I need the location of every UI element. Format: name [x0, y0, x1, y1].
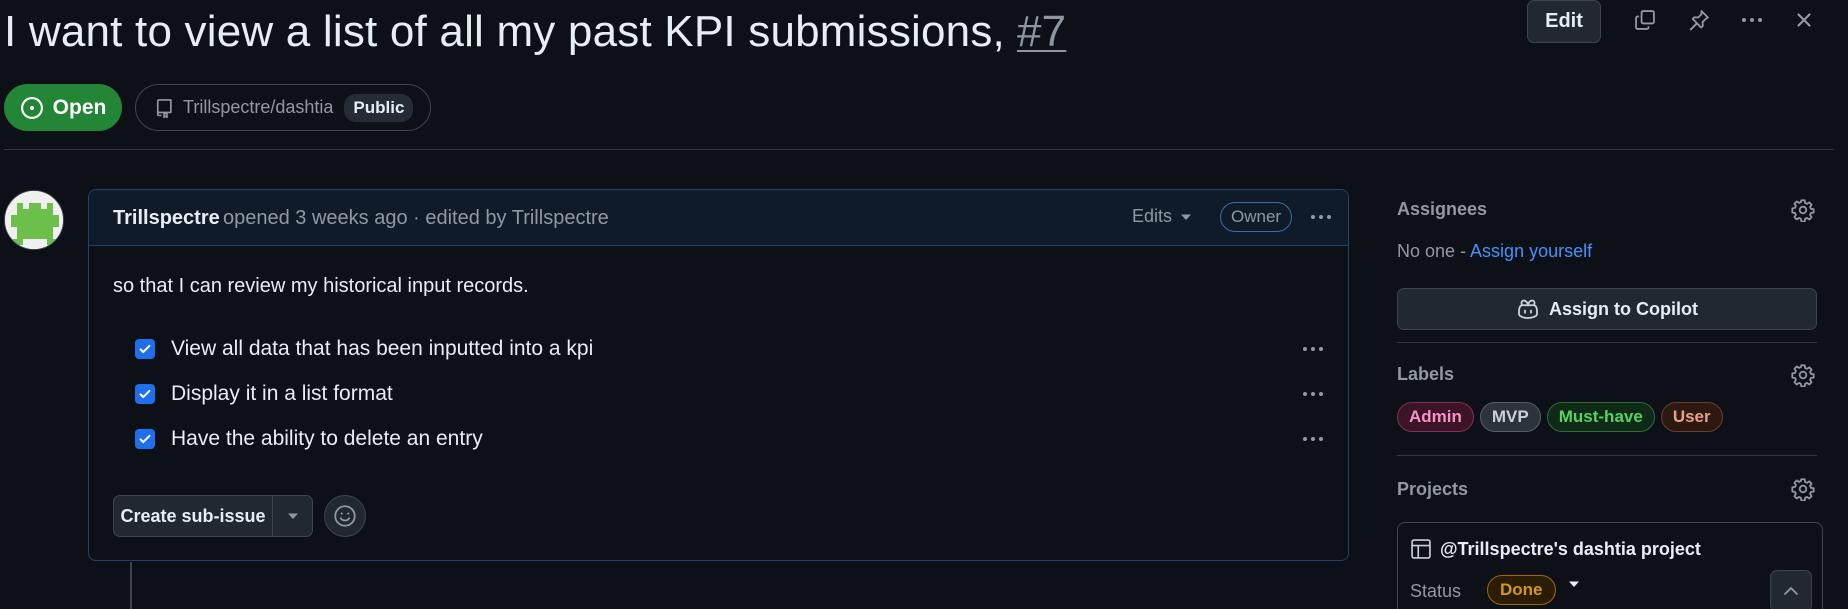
task-label: View all data that has been inputted int…: [171, 337, 594, 360]
add-reaction-button[interactable]: [324, 495, 366, 537]
project-status-badge[interactable]: Done: [1487, 575, 1556, 605]
header-divider: [4, 149, 1834, 150]
task-more-icon[interactable]: [1303, 392, 1323, 396]
table-icon: [1411, 539, 1431, 559]
assignees-heading: Assignees: [1397, 199, 1488, 219]
issue-number-link[interactable]: #7: [1017, 7, 1066, 56]
issue-state-label: Open: [52, 95, 107, 119]
labels-gear-icon[interactable]: [1791, 363, 1815, 388]
repo-name[interactable]: Trillspectre/dashtia: [183, 97, 333, 118]
subissue-dropdown-button[interactable]: [273, 496, 312, 536]
task-item: View all data that has been inputted int…: [135, 334, 593, 364]
label-must-have[interactable]: Must-have: [1546, 402, 1655, 432]
sidebar-divider: [1397, 455, 1817, 456]
no-one-text: No one -: [1397, 241, 1471, 261]
timeline-line: [130, 562, 132, 609]
task-item: Display it in a list format: [135, 379, 393, 409]
assign-yourself-link[interactable]: Assign yourself: [1470, 241, 1592, 261]
copilot-icon: [1518, 299, 1538, 319]
create-subissue-group: Create sub-issue: [113, 495, 313, 537]
project-card: @Trillspectre's dashtia project Status D…: [1397, 522, 1823, 609]
chevron-up-icon: [1784, 587, 1798, 595]
task-more-icon[interactable]: [1303, 437, 1323, 441]
avatar[interactable]: [4, 190, 64, 250]
caret-down-icon: [1181, 214, 1192, 220]
collapse-project-button[interactable]: [1770, 570, 1812, 609]
owner-badge: Owner: [1220, 202, 1293, 232]
issue-state-badge: Open: [4, 84, 122, 131]
sidebar-divider: [1397, 342, 1817, 343]
repo-icon: [156, 98, 172, 118]
edits-label: Edits: [1132, 206, 1173, 226]
assign-copilot-button[interactable]: Assign to Copilot: [1397, 288, 1817, 330]
comment-header: Trillspectre opened 3 weeks ago · edited…: [89, 190, 1348, 246]
project-name[interactable]: @Trillspectre's dashtia project: [1440, 539, 1701, 560]
comment-meta[interactable]: opened 3 weeks ago · edited by Trillspec…: [223, 207, 609, 230]
repo-pill[interactable]: Trillspectre/dashtia Public: [135, 84, 431, 131]
task-checkbox[interactable]: [135, 429, 155, 449]
issue-title: I want to view a list of all my past KPI…: [4, 4, 1066, 60]
task-label: Have the ability to delete an entry: [171, 427, 483, 450]
project-status-label: Status: [1410, 581, 1462, 601]
create-subissue-button[interactable]: Create sub-issue: [114, 496, 273, 536]
caret-down-icon: [287, 513, 298, 519]
close-icon[interactable]: [1790, 6, 1818, 34]
copy-icon[interactable]: [1631, 6, 1659, 34]
comment-author[interactable]: Trillspectre: [113, 207, 220, 230]
task-checkbox[interactable]: [135, 339, 155, 359]
assign-copilot-label: Assign to Copilot: [1549, 298, 1698, 319]
more-icon[interactable]: [1738, 6, 1766, 34]
assignees-gear-icon[interactable]: [1791, 198, 1815, 223]
edit-title-button[interactable]: Edit: [1527, 0, 1601, 43]
caret-down-icon[interactable]: [1568, 580, 1580, 588]
visibility-badge: Public: [344, 93, 414, 122]
comment-body-text: so that I can review my historical input…: [113, 275, 529, 297]
issue-page: I want to view a list of all my past KPI…: [0, 0, 1848, 609]
task-item: Have the ability to delete an entry: [135, 424, 483, 454]
label-mvp[interactable]: MVP: [1479, 402, 1541, 432]
label-user[interactable]: User: [1660, 402, 1723, 432]
assignees-empty: No one - Assign yourself: [1397, 241, 1592, 262]
issue-title-text: I want to view a list of all my past KPI…: [4, 7, 1005, 56]
projects-heading: Projects: [1397, 479, 1469, 499]
projects-gear-icon[interactable]: [1791, 477, 1815, 502]
issue-open-icon: [20, 96, 43, 119]
labels-list: Admin MVP Must-have User: [1397, 402, 1723, 432]
task-label: Display it in a list format: [171, 382, 393, 405]
issue-body-comment: Trillspectre opened 3 weeks ago · edited…: [88, 189, 1349, 561]
task-checkbox[interactable]: [135, 384, 155, 404]
labels-heading: Labels: [1397, 364, 1455, 384]
label-admin[interactable]: Admin: [1397, 402, 1474, 432]
edits-dropdown[interactable]: Edits: [1132, 206, 1192, 227]
pin-icon[interactable]: [1685, 6, 1713, 34]
smiley-icon: [334, 505, 356, 527]
comment-more-icon[interactable]: [1311, 215, 1331, 219]
project-title[interactable]: @Trillspectre's dashtia project: [1410, 538, 1701, 560]
task-more-icon[interactable]: [1303, 347, 1323, 351]
